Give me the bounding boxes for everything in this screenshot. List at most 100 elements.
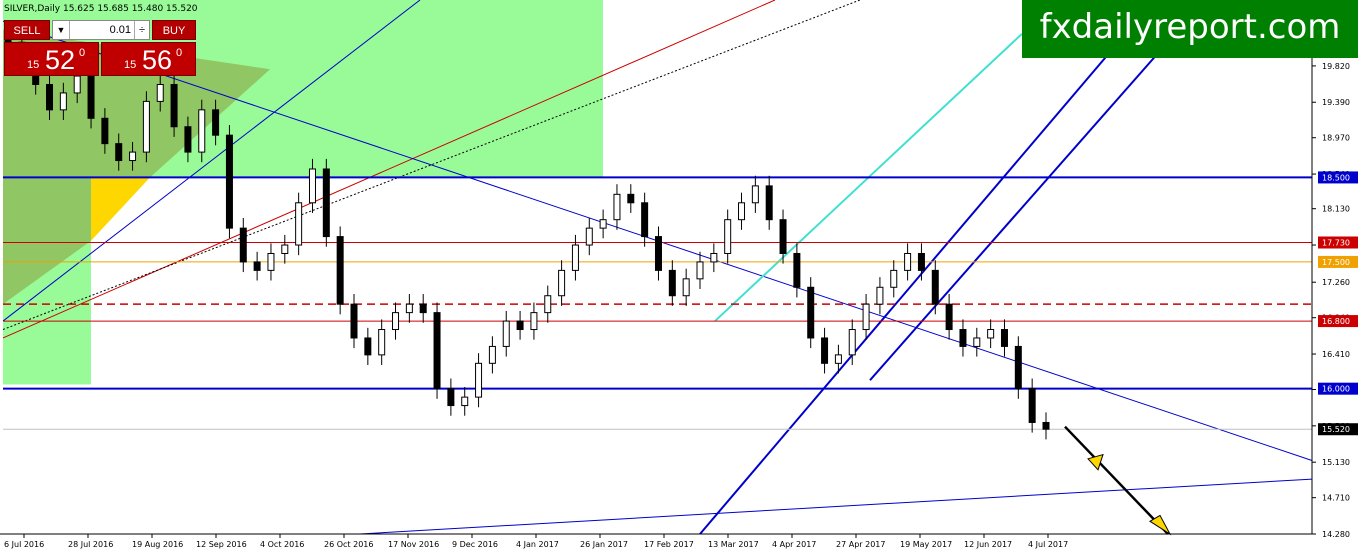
candle-body	[807, 286, 815, 339]
bid-price-fraction: 0	[79, 47, 86, 59]
level-tag-label: 17.730	[1322, 238, 1350, 247]
candle-body	[170, 83, 178, 128]
candle-body	[59, 92, 67, 111]
candle-body	[931, 269, 939, 305]
level-tag-label: 16.800	[1322, 317, 1350, 326]
candle-body	[544, 295, 552, 314]
candle-body	[585, 227, 593, 246]
candle-body	[917, 252, 925, 271]
x-tick-label: 12 Jun 2017	[964, 540, 1012, 549]
candle-body	[212, 109, 220, 136]
candle-body	[516, 320, 524, 331]
candle-body	[779, 219, 787, 254]
y-tick-label: 18.970	[1322, 134, 1350, 143]
candle-body	[142, 100, 150, 153]
candle-body	[696, 261, 704, 280]
candle-body	[765, 185, 773, 221]
candle-body	[419, 303, 427, 314]
candle-body	[322, 168, 330, 238]
bid-price-main: 52	[45, 45, 76, 75]
candle-body	[295, 202, 303, 246]
y-tick-label: 16.410	[1322, 350, 1350, 359]
candle-body	[1028, 388, 1036, 423]
x-tick-label: 26 Oct 2016	[324, 540, 373, 549]
one-click-trading-panel: SELL ▼ 0.01 ÷ BUY 15 52 0 15 56 0	[4, 20, 196, 76]
candle-body	[821, 337, 829, 364]
candle-body	[156, 83, 164, 102]
x-tick-label: 4 Jul 2017	[1028, 540, 1068, 549]
candle-body	[959, 329, 967, 347]
y-tick-label: 19.820	[1322, 62, 1350, 71]
candle-body	[253, 261, 261, 271]
x-tick-label: 17 Nov 2016	[388, 540, 439, 549]
ask-price-prefix: 15	[124, 59, 137, 71]
x-tick-label: 19 Aug 2016	[132, 540, 183, 549]
chevron-down-icon[interactable]: ▼	[53, 21, 70, 39]
y-tick-label: 18.130	[1322, 205, 1350, 214]
bid-price-button[interactable]: 15 52 0	[4, 42, 99, 76]
lot-size-field[interactable]: ▼ 0.01 ÷	[52, 20, 150, 40]
sell-button[interactable]: SELL	[4, 20, 50, 40]
candle-body	[198, 109, 206, 153]
y-tick-label: 15.130	[1322, 458, 1350, 467]
y-tick-label: 17.260	[1322, 278, 1350, 287]
brand-banner: fxdailyreport.com	[1022, 0, 1358, 58]
x-tick-label: 26 Jan 2017	[580, 540, 628, 549]
candle-body	[239, 227, 247, 263]
candle-body	[876, 286, 884, 305]
candle-body	[1000, 329, 1008, 347]
candle-body	[793, 252, 801, 288]
candle-body	[46, 83, 54, 111]
ask-price-fraction: 0	[176, 47, 183, 59]
lot-size-value[interactable]: 0.01	[71, 21, 131, 39]
candle-body	[308, 168, 316, 204]
candle-body	[599, 219, 607, 229]
candle-body	[281, 244, 289, 254]
x-tick-label: 9 Dec 2016	[452, 540, 498, 549]
candle-body	[267, 252, 275, 271]
level-tag-label: 18.500	[1322, 173, 1350, 182]
candle-body	[862, 303, 870, 331]
candle-body	[848, 329, 856, 356]
x-tick-label: 4 Jan 2017	[516, 540, 559, 549]
candle-body	[364, 337, 372, 356]
candle-body	[987, 329, 995, 339]
candle-body	[710, 252, 718, 263]
candle-body	[225, 134, 233, 229]
candle-body	[1042, 421, 1050, 430]
x-tick-label: 6 Jul 2016	[4, 540, 44, 549]
candle-body	[1014, 345, 1022, 390]
lot-stepper-icon[interactable]: ÷	[134, 21, 149, 39]
buy-button[interactable]: BUY	[152, 20, 196, 40]
x-tick-label: 12 Sep 2016	[196, 540, 247, 549]
candle-body	[724, 219, 732, 254]
candle-body	[834, 354, 842, 364]
candle-body	[184, 126, 192, 153]
x-tick-label: 13 Mar 2017	[708, 540, 759, 549]
x-tick-label: 19 May 2017	[900, 540, 952, 549]
y-tick-label: 19.390	[1322, 98, 1350, 107]
candle-body	[461, 396, 469, 407]
candle-body	[350, 303, 358, 339]
price-chart[interactable]: 20.25019.82019.39018.97018.54018.13017.7…	[0, 0, 1358, 554]
x-tick-label: 27 Apr 2017	[836, 540, 885, 549]
candle-body	[641, 202, 649, 238]
candle-body	[101, 117, 109, 145]
y-tick-label: 14.280	[1322, 530, 1350, 539]
candle-body	[87, 75, 95, 119]
level-tag-label: 16.000	[1322, 385, 1350, 394]
candle-body	[378, 329, 386, 356]
candle-body	[668, 269, 676, 297]
current-price-label: 15.520	[1322, 425, 1350, 434]
x-tick-label: 17 Feb 2017	[644, 540, 694, 549]
candle-body	[890, 269, 898, 288]
candle-body	[392, 312, 400, 331]
candle-body	[475, 362, 483, 398]
candle-body	[502, 320, 510, 347]
candle-body	[336, 236, 344, 305]
candle-body	[129, 151, 137, 162]
ask-price-button[interactable]: 15 56 0	[101, 42, 196, 76]
candle-body	[73, 75, 81, 94]
candle-body	[433, 312, 441, 390]
candle-body	[904, 252, 912, 271]
